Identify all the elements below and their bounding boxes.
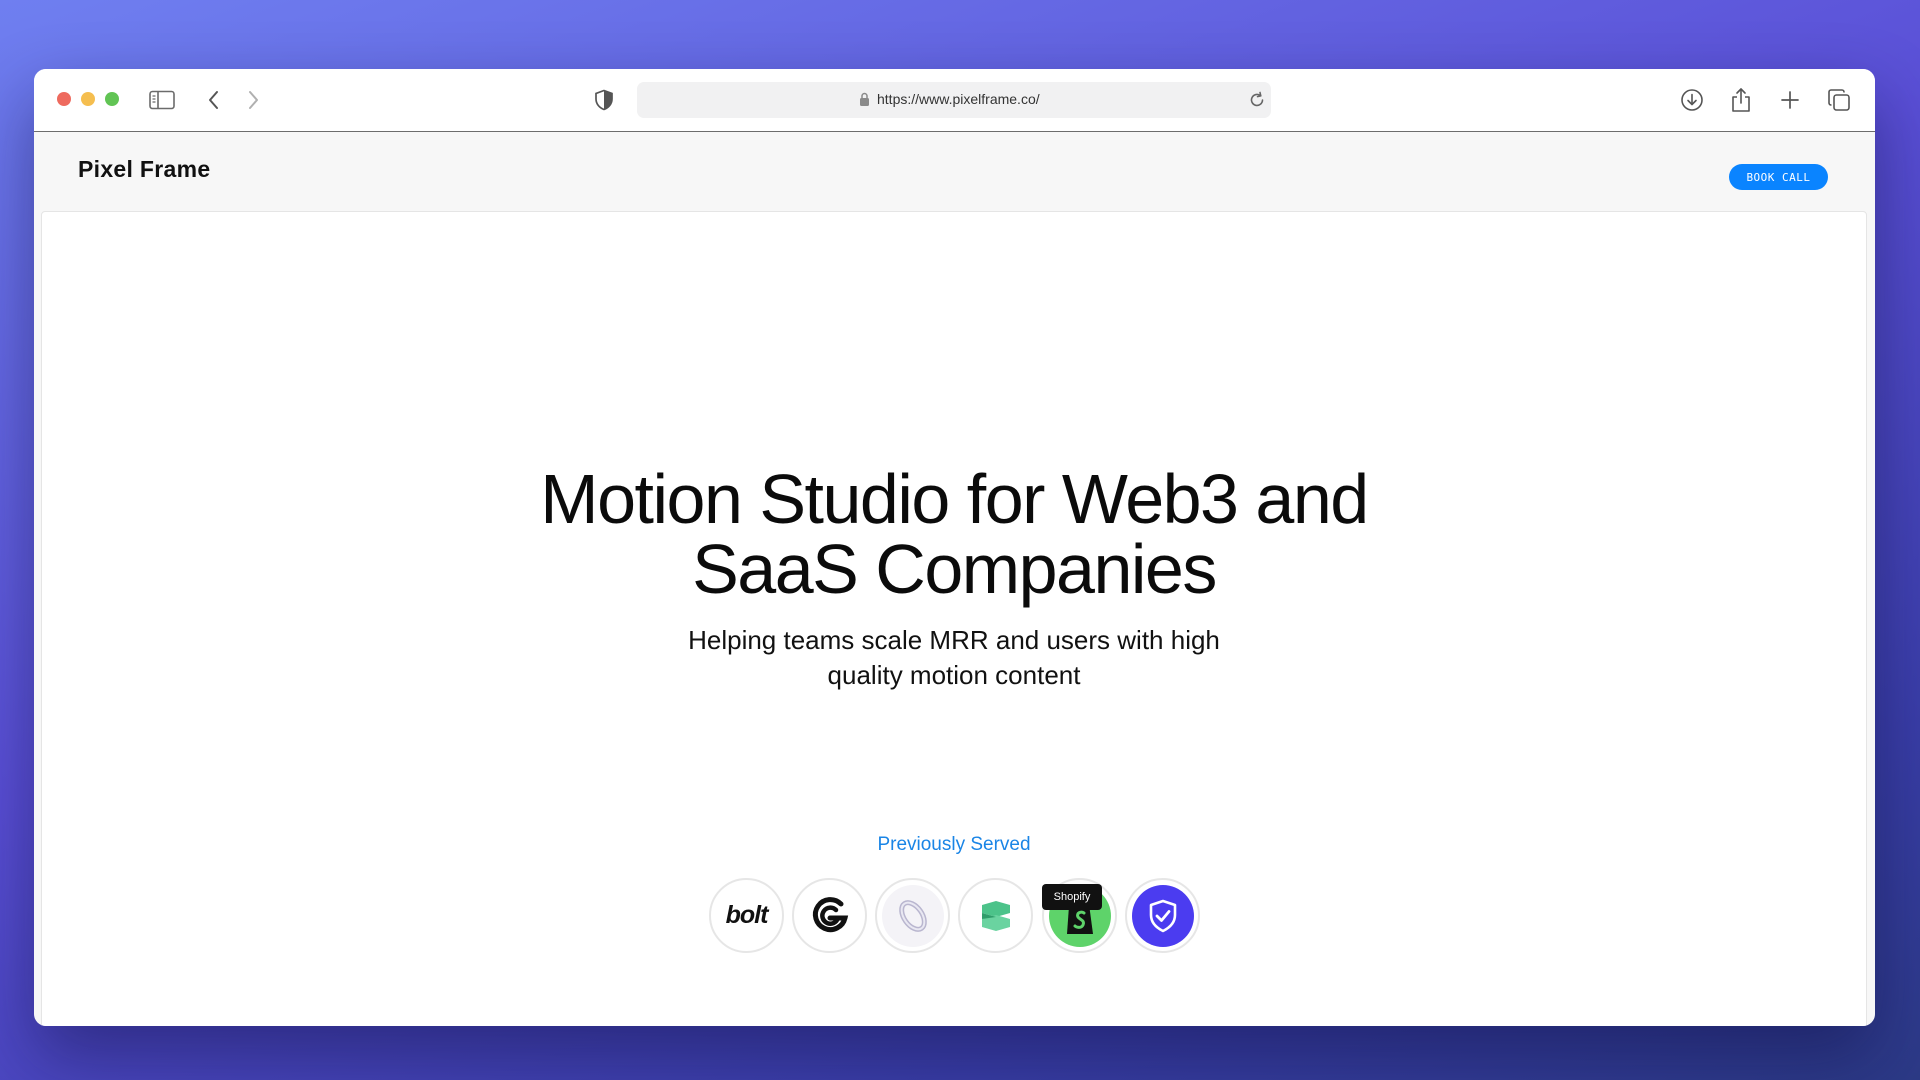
previously-served-label: Previously Served [877,834,1031,855]
lock-icon [859,92,870,112]
forward-icon[interactable] [239,86,267,114]
shield-check-logo-icon [1131,884,1194,947]
reload-icon[interactable] [1247,90,1267,115]
back-icon[interactable] [200,86,228,114]
hero-subtitle-line1: Helping teams scale MRR and users with h… [688,625,1220,655]
site-header: Pixel Frame BOOK CALL [34,133,1875,211]
minimize-window-button[interactable] [81,92,95,106]
tabs-overview-icon[interactable] [1825,86,1853,114]
browser-toolbar: https://www.pixelframe.co/ [34,69,1875,132]
new-tab-icon[interactable] [1776,86,1804,114]
browser-window: https://www.pixelframe.co/ Pixel Frame B… [34,69,1875,1026]
address-bar[interactable]: https://www.pixelframe.co/ [637,82,1271,118]
bolt-logo-icon: bolt [716,885,778,947]
sidebar-icon[interactable] [148,86,176,114]
client-logos: bolt [42,878,1866,953]
shield-icon[interactable] [590,86,618,114]
client-logo-ring[interactable] [875,878,950,953]
zoom-window-button[interactable] [105,92,119,106]
client-logo-g[interactable] [792,878,867,953]
hero-title-line1: Motion Studio for Web3 and [540,460,1369,538]
client-logo-shield[interactable] [1125,878,1200,953]
client-logo-bolt[interactable]: bolt [709,878,784,953]
download-icon[interactable] [1678,86,1706,114]
shopify-tooltip: Shopify [1042,884,1102,910]
share-icon[interactable] [1727,86,1755,114]
url-text: https://www.pixelframe.co/ [877,91,1040,107]
hero-subtitle-line2: quality motion content [827,660,1081,690]
hero-title: Motion Studio for Web3 and SaaS Companie… [42,464,1866,604]
ring-logo-icon [881,884,944,947]
green-s-logo-icon [965,885,1027,947]
g-swirl-logo-icon [799,885,861,947]
site-logo[interactable]: Pixel Frame [78,156,210,183]
hero-section: Motion Studio for Web3 and SaaS Companie… [41,211,1867,1026]
bolt-logo-text: bolt [725,901,769,929]
book-call-button[interactable]: BOOK CALL [1729,164,1828,190]
hero-title-line2: SaaS Companies [692,530,1217,608]
client-logo-green-s[interactable] [958,878,1033,953]
close-window-button[interactable] [57,92,71,106]
hero-subtitle: Helping teams scale MRR and users with h… [42,623,1866,693]
